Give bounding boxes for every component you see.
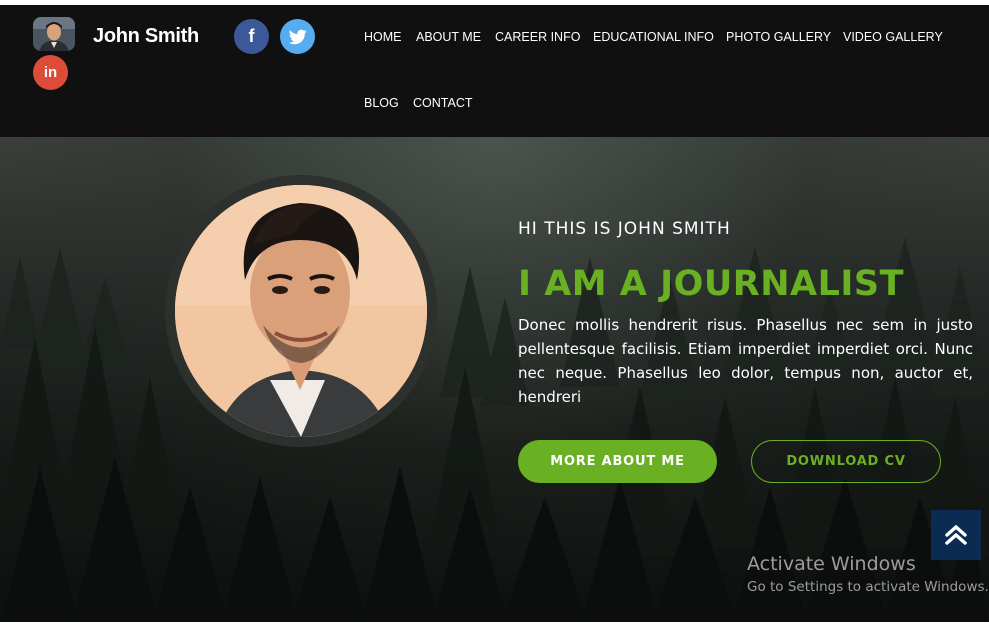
nav-home[interactable]: HOME [364, 30, 402, 44]
hero-headline: I AM A JOURNALIST [518, 264, 905, 304]
nav-photo-gallery[interactable]: PHOTO GALLERY [726, 30, 831, 44]
more-about-me-button[interactable]: MORE ABOUT ME [518, 440, 717, 483]
double-chevron-up-icon [945, 525, 967, 545]
twitter-icon[interactable] [280, 19, 315, 54]
download-cv-button[interactable]: DOWNLOAD CV [751, 440, 941, 483]
nav-blog[interactable]: BLOG [364, 96, 399, 110]
activate-windows-subtitle: Go to Settings to activate Windows. [747, 579, 989, 595]
avatar-image [33, 17, 75, 51]
bottom-border [0, 622, 989, 629]
nav-about-me[interactable]: ABOUT ME [416, 30, 481, 44]
profile-portrait [175, 185, 427, 437]
facebook-icon[interactable]: f [234, 19, 269, 54]
activate-windows-title: Activate Windows [747, 553, 916, 575]
nav-contact[interactable]: CONTACT [413, 96, 473, 110]
twitter-bird-icon [288, 29, 307, 44]
nav-educational-info[interactable]: EDUCATIONAL INFO [593, 30, 714, 44]
brand-avatar[interactable] [33, 17, 75, 51]
portrait-image [175, 185, 427, 437]
nav-video-gallery[interactable]: VIDEO GALLERY [843, 30, 943, 44]
hero-intro: Donec mollis hendrerit risus. Phasellus … [518, 316, 973, 406]
navbar: John Smith f in HOME ABOUT ME CAREER INF… [0, 5, 989, 137]
linkedin-icon[interactable]: in [33, 55, 68, 90]
nav-career-info[interactable]: CAREER INFO [495, 30, 580, 44]
hero-greeting: HI THIS IS JOHN SMITH [518, 219, 731, 239]
scroll-to-top-button[interactable] [931, 510, 981, 560]
brand-name[interactable]: John Smith [93, 25, 199, 48]
hero-section: HI THIS IS JOHN SMITH I AM A JOURNALIST … [0, 137, 989, 629]
